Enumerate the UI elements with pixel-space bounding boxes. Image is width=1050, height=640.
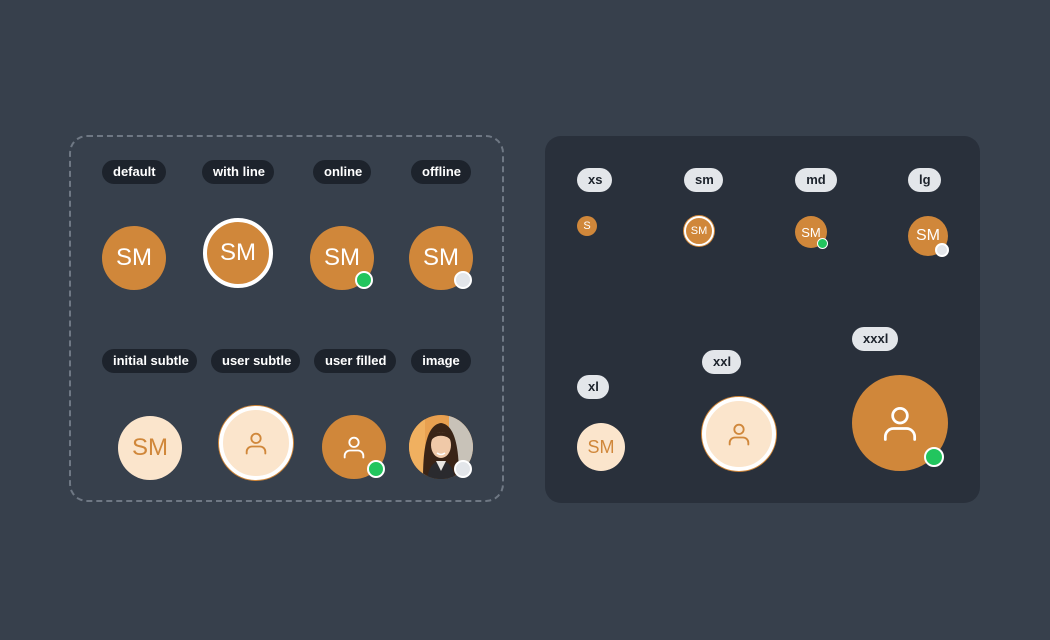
avatar-initials: SM [220, 239, 256, 266]
label-user-subtle: user subtle [211, 349, 300, 373]
avatar-size-lg[interactable]: SM [908, 216, 949, 257]
label-size-md: md [795, 168, 837, 192]
label-offline: offline [411, 160, 471, 184]
avatar-online[interactable]: SM [310, 226, 374, 290]
label-size-xs: xs [577, 168, 612, 192]
avatar-initials: SM [801, 224, 821, 240]
user-icon [245, 432, 267, 455]
avatar-initials: SM [324, 244, 360, 271]
avatar-size-xxl[interactable] [702, 397, 776, 471]
avatar-user-filled[interactable] [322, 415, 386, 479]
user-icon [343, 436, 365, 459]
avatar-initials: SM [132, 434, 168, 461]
online-status-dot [355, 271, 373, 289]
avatar-initials: SM [116, 244, 152, 271]
avatar-initials: SM [690, 224, 708, 237]
offline-status-dot [935, 243, 949, 257]
label-size-xxxl: xxxl [852, 327, 898, 351]
avatar-with-line[interactable]: SM [203, 218, 273, 288]
avatar-size-md[interactable]: SM [795, 216, 828, 249]
avatar-initials: S [583, 219, 591, 232]
label-online: online [313, 160, 371, 184]
online-status-dot [367, 460, 385, 478]
online-status-dot [817, 238, 828, 249]
label-size-xl: xl [577, 375, 609, 399]
label-size-xxl: xxl [702, 350, 741, 374]
avatar-size-xl[interactable]: SM [577, 423, 625, 471]
label-default: default [102, 160, 166, 184]
avatar-offline[interactable]: SM [409, 226, 473, 290]
label-with-line: with line [202, 160, 274, 184]
avatar-initial-subtle[interactable]: SM [118, 416, 182, 480]
label-initial-subtle: initial subtle [102, 349, 197, 373]
label-size-lg: lg [908, 168, 941, 192]
user-icon [883, 406, 917, 441]
avatar-size-xxxl[interactable] [852, 375, 948, 471]
avatar-initials: SM [587, 437, 615, 457]
label-user-filled: user filled [314, 349, 396, 373]
avatar-initials: SM [916, 227, 940, 244]
avatar-default[interactable]: SM [102, 226, 166, 290]
user-icon [728, 423, 750, 446]
offline-status-dot [454, 460, 472, 478]
avatar-size-xs[interactable]: S [577, 216, 597, 236]
avatar-user-subtle[interactable] [219, 406, 293, 480]
avatar-initials: SM [423, 244, 459, 271]
label-image: image [411, 349, 471, 373]
avatar-image[interactable] [409, 415, 473, 479]
label-size-sm: sm [684, 168, 723, 192]
avatar-size-sm[interactable]: SM [684, 216, 714, 246]
online-status-dot [924, 447, 944, 467]
offline-status-dot [454, 271, 472, 289]
